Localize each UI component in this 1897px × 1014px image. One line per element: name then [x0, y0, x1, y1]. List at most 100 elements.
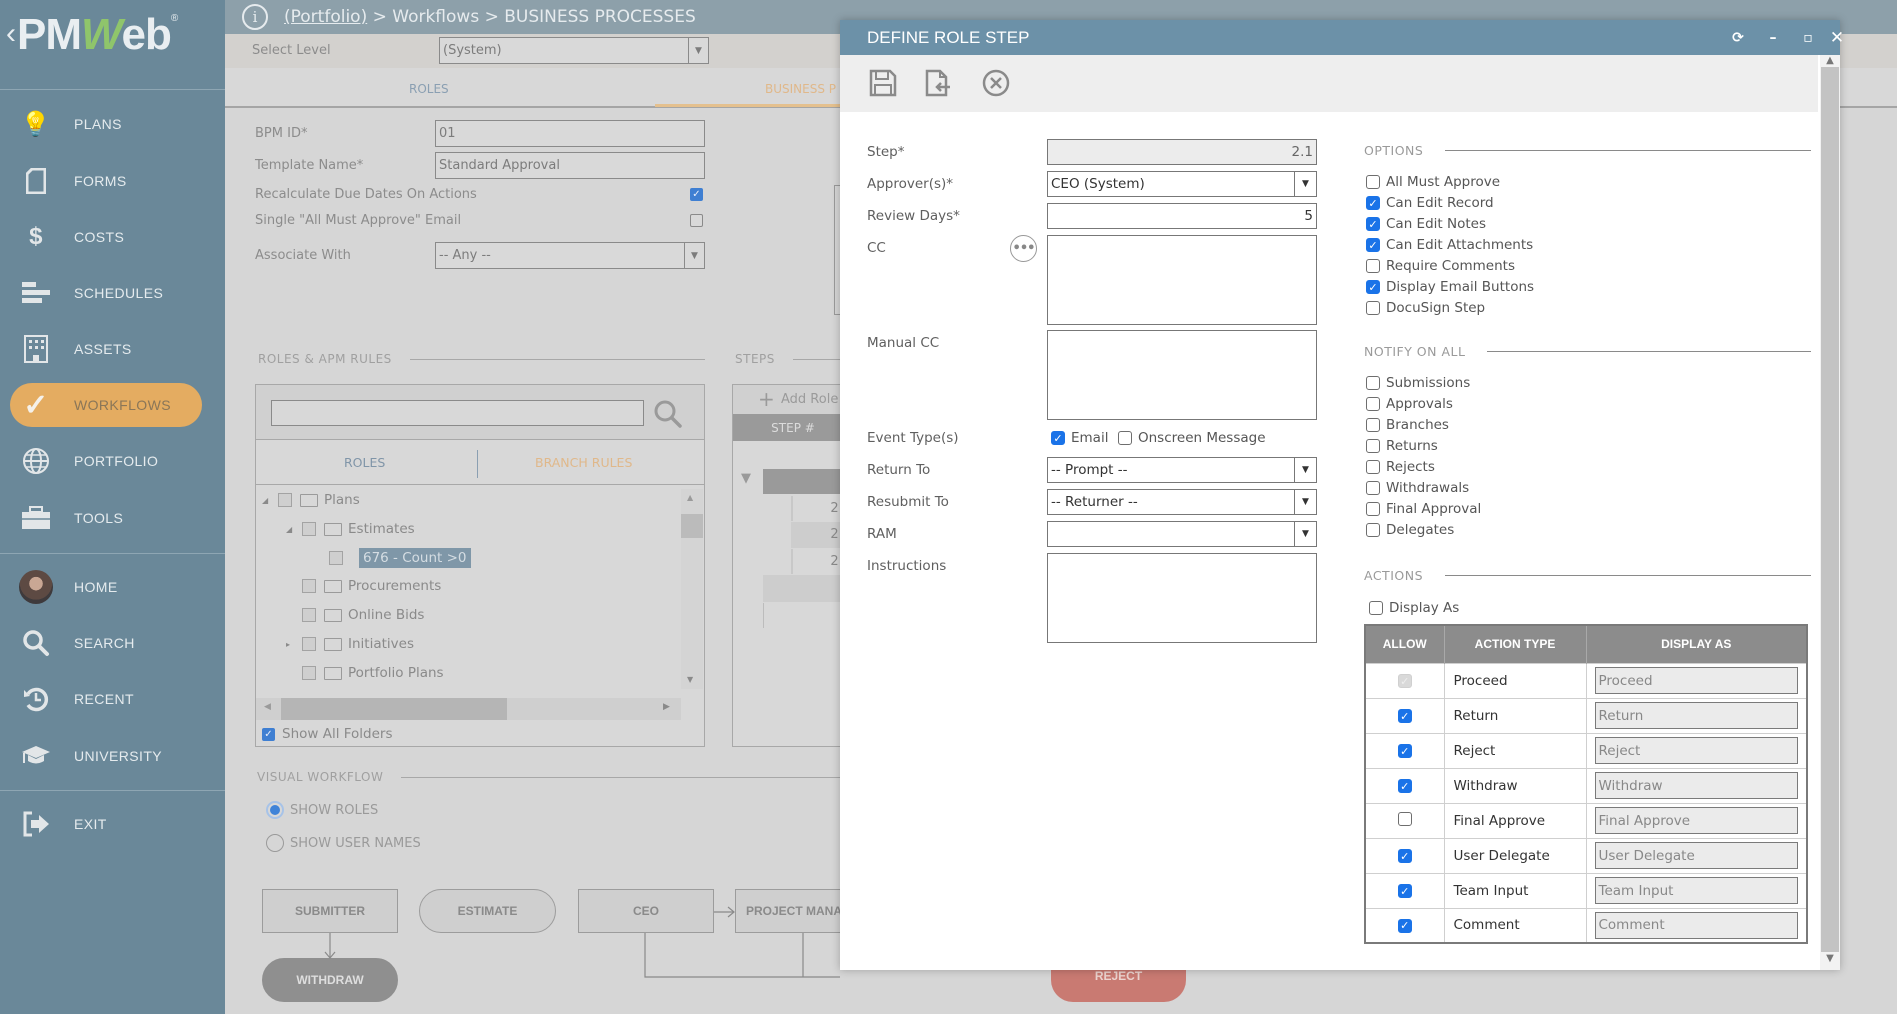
- notify-final-approval[interactable]: Final Approval: [1366, 499, 1481, 519]
- option-can-edit-attachments[interactable]: Can Edit Attachments: [1366, 235, 1533, 255]
- cc-textarea[interactable]: [1047, 235, 1317, 325]
- define-role-step-dialog: DEFINE ROLE STEP ⟳ – ▫ ✕ ▲ ▼ Step* 2.1 A…: [840, 20, 1844, 970]
- checkbox[interactable]: [1366, 238, 1380, 252]
- action-type: Team Input: [1444, 872, 1587, 908]
- instructions-label: Instructions: [867, 558, 947, 574]
- checkbox[interactable]: [1366, 217, 1380, 231]
- checkbox[interactable]: [1366, 460, 1380, 474]
- display-as-checkbox[interactable]: [1369, 601, 1383, 615]
- column-action-type: ACTION TYPE: [1444, 625, 1587, 663]
- maximize-icon[interactable]: ▫: [1793, 20, 1823, 55]
- notify-rejects[interactable]: Rejects: [1366, 457, 1435, 477]
- instructions-textarea[interactable]: [1047, 553, 1317, 643]
- step-input: 2.1: [1047, 139, 1317, 165]
- scroll-down-icon[interactable]: ▼: [1820, 953, 1840, 964]
- allow-checkbox[interactable]: [1397, 744, 1412, 758]
- cc-label: CC: [867, 240, 886, 256]
- minimize-icon[interactable]: –: [1758, 20, 1788, 55]
- table-row: Comment Comment: [1365, 907, 1808, 943]
- dialog-title: DEFINE ROLE STEP: [867, 27, 1030, 47]
- save-icon: [869, 69, 897, 97]
- option-all-must-approve[interactable]: All Must Approve: [1366, 172, 1500, 192]
- cancel-icon: [982, 69, 1010, 97]
- option-can-edit-notes[interactable]: Can Edit Notes: [1366, 214, 1486, 234]
- table-row: Return Return: [1365, 697, 1808, 733]
- checkbox[interactable]: [1366, 439, 1380, 453]
- ram-dropdown[interactable]: ▼: [1047, 521, 1317, 547]
- display-as-input[interactable]: Return: [1594, 702, 1798, 729]
- checkbox[interactable]: [1366, 280, 1380, 294]
- allow-checkbox[interactable]: [1397, 918, 1412, 933]
- return-to-dropdown[interactable]: -- Prompt -- ▼: [1047, 457, 1317, 483]
- options-heading: OPTIONS: [1364, 143, 1811, 158]
- actions-heading: ACTIONS: [1364, 568, 1811, 583]
- allow-checkbox[interactable]: [1397, 884, 1412, 898]
- checkbox[interactable]: [1366, 481, 1380, 495]
- checkbox[interactable]: [1366, 259, 1380, 273]
- checkbox[interactable]: [1366, 175, 1380, 189]
- display-as-input[interactable]: Final Approve: [1594, 807, 1798, 834]
- dialog-toolbar: [840, 55, 1818, 112]
- event-onscreen-option[interactable]: Onscreen Message: [1118, 428, 1266, 448]
- manual-cc-label: Manual CC: [867, 335, 940, 351]
- ram-label: RAM: [867, 526, 897, 542]
- display-as-input[interactable]: Proceed: [1594, 667, 1798, 694]
- checkbox[interactable]: [1366, 418, 1380, 432]
- event-email-checkbox[interactable]: [1051, 431, 1065, 445]
- table-row: User Delegate User Delegate: [1365, 837, 1808, 873]
- checkbox[interactable]: [1366, 523, 1380, 537]
- checkbox[interactable]: [1366, 196, 1380, 210]
- cancel-button[interactable]: [980, 67, 1012, 99]
- actions-table: ALLOW ACTION TYPE DISPLAY AS Proceed Pro…: [1364, 624, 1808, 944]
- checkbox[interactable]: [1366, 301, 1380, 315]
- event-types-label: Event Type(s): [867, 430, 959, 446]
- notify-returns[interactable]: Returns: [1366, 436, 1438, 456]
- chevron-down-icon: ▼: [1294, 490, 1316, 514]
- table-header-row: ALLOW ACTION TYPE DISPLAY AS: [1365, 625, 1808, 663]
- resubmit-to-dropdown[interactable]: -- Returner -- ▼: [1047, 489, 1317, 515]
- event-email-option[interactable]: Email: [1051, 428, 1108, 448]
- chevron-down-icon: ▼: [1294, 522, 1316, 546]
- save-and-close-button[interactable]: [922, 67, 954, 99]
- allow-checkbox[interactable]: [1397, 779, 1412, 793]
- checkbox[interactable]: [1366, 376, 1380, 390]
- option-require-comments[interactable]: Require Comments: [1366, 256, 1515, 276]
- display-as-input[interactable]: Team Input: [1594, 877, 1798, 904]
- display-as-input[interactable]: Comment: [1594, 911, 1798, 939]
- allow-checkbox[interactable]: [1397, 709, 1412, 723]
- table-row: Reject Reject: [1365, 732, 1808, 768]
- scrollbar-thumb[interactable]: [1821, 67, 1839, 952]
- action-type: Final Approve: [1444, 802, 1587, 838]
- notify-delegates[interactable]: Delegates: [1366, 520, 1454, 540]
- review-days-input[interactable]: 5: [1047, 203, 1317, 229]
- action-type: Comment: [1444, 907, 1587, 943]
- allow-checkbox[interactable]: [1397, 849, 1412, 863]
- action-type: Withdraw: [1444, 767, 1587, 803]
- manual-cc-textarea[interactable]: [1047, 330, 1317, 420]
- approvers-dropdown[interactable]: CEO (System) ▼: [1047, 171, 1317, 197]
- option-can-edit-record[interactable]: Can Edit Record: [1366, 193, 1494, 213]
- option-docusign-step[interactable]: DocuSign Step: [1366, 298, 1485, 318]
- close-icon[interactable]: ✕: [1822, 20, 1852, 55]
- display-as-input[interactable]: Withdraw: [1594, 772, 1798, 799]
- column-allow: ALLOW: [1365, 625, 1445, 663]
- save-button[interactable]: [867, 67, 899, 99]
- event-onscreen-checkbox[interactable]: [1118, 431, 1132, 445]
- refresh-icon[interactable]: ⟳: [1723, 20, 1753, 55]
- dialog-scrollbar[interactable]: ▲ ▼: [1820, 55, 1840, 970]
- checkbox[interactable]: [1366, 502, 1380, 516]
- scroll-up-icon[interactable]: ▲: [1820, 55, 1840, 66]
- notify-withdrawals[interactable]: Withdrawals: [1366, 478, 1469, 498]
- display-as-input[interactable]: Reject: [1594, 737, 1798, 764]
- option-display-email-buttons[interactable]: Display Email Buttons: [1366, 277, 1534, 297]
- cc-picker-button[interactable]: •••: [1010, 235, 1037, 262]
- notify-approvals[interactable]: Approvals: [1366, 394, 1453, 414]
- checkbox[interactable]: [1366, 397, 1380, 411]
- notify-branches[interactable]: Branches: [1366, 415, 1449, 435]
- allow-checkbox[interactable]: [1397, 811, 1412, 826]
- display-as-input[interactable]: User Delegate: [1594, 842, 1798, 869]
- table-row: Team Input Team Input: [1365, 872, 1808, 908]
- display-as-option[interactable]: Display As: [1369, 598, 1459, 618]
- notify-submissions[interactable]: Submissions: [1366, 373, 1470, 393]
- table-row: Final Approve Final Approve: [1365, 802, 1808, 838]
